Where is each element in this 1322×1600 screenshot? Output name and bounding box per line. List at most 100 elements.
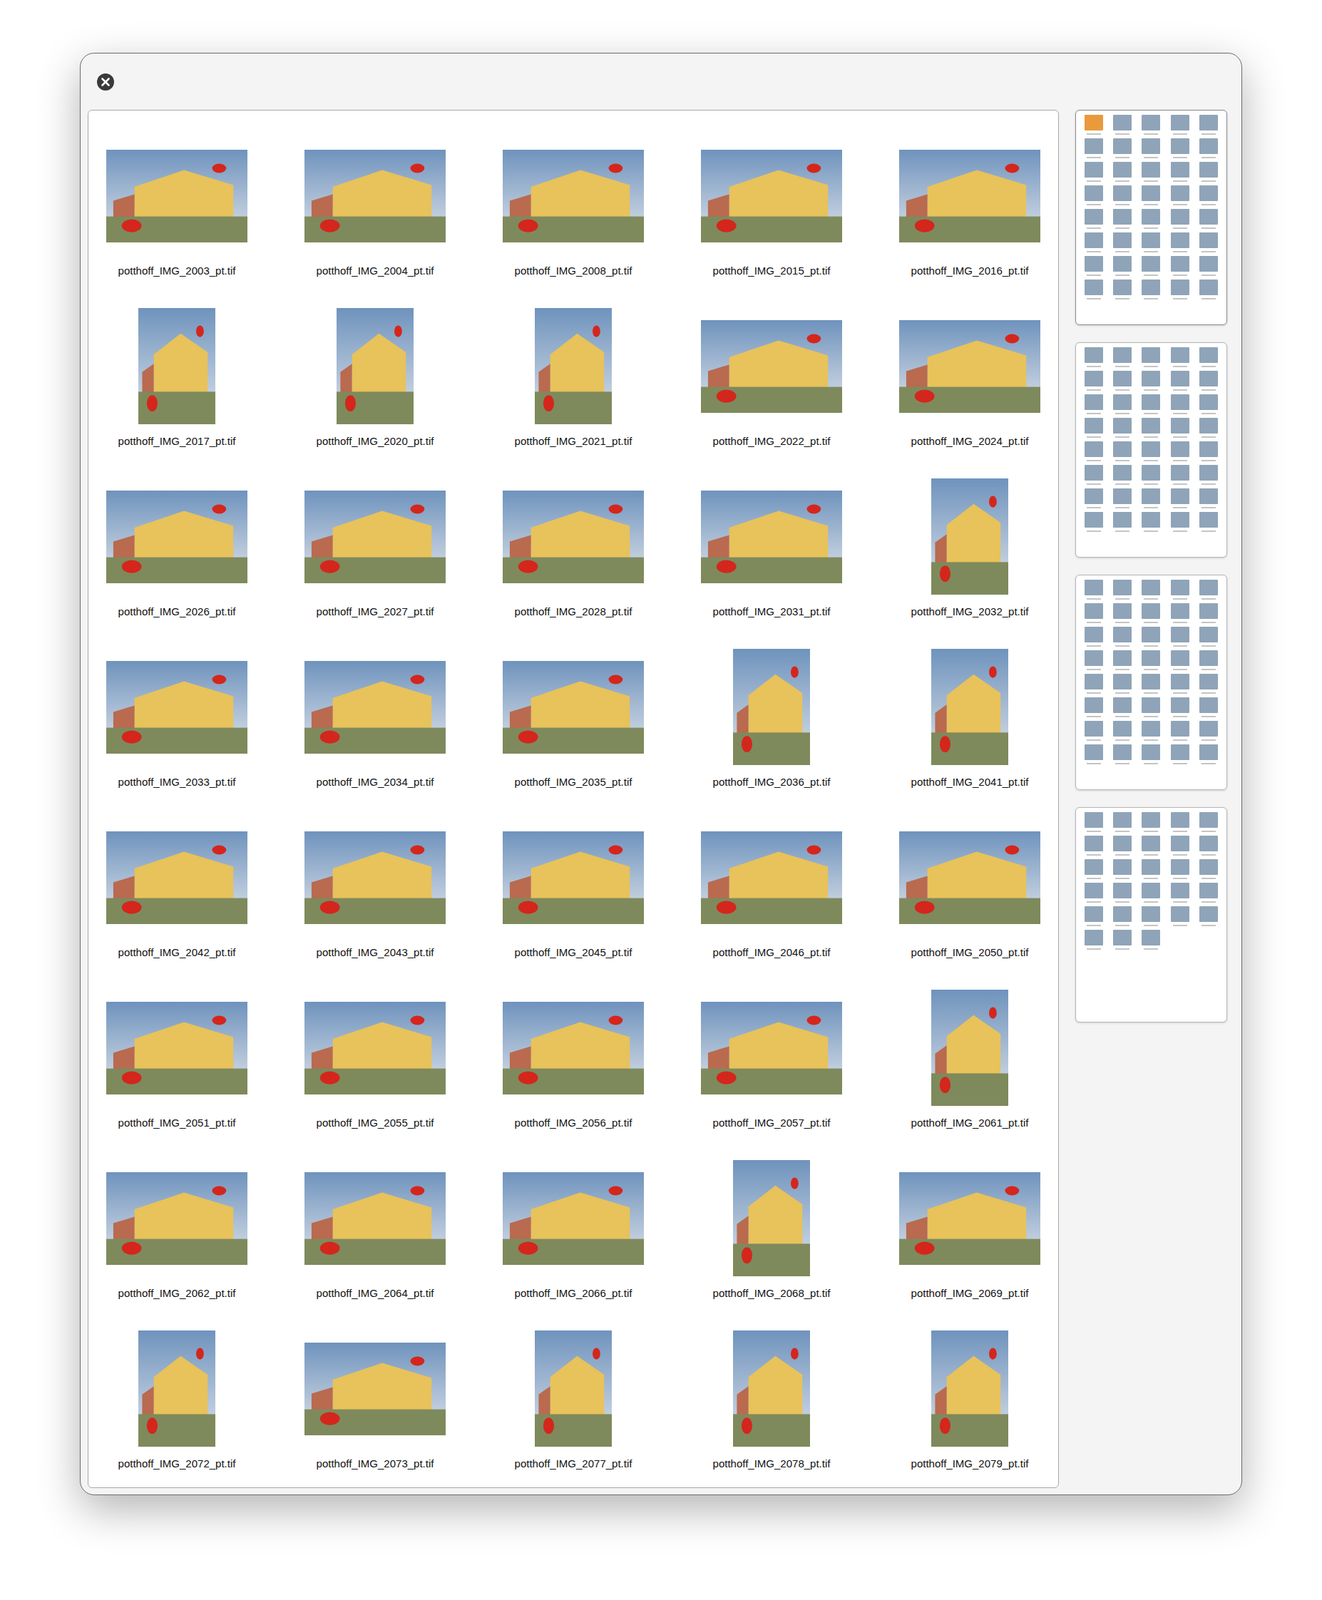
thumbnail-item[interactable]: potthoff_IMG_2004_pt.tif xyxy=(289,136,461,279)
photo-thumbnail[interactable] xyxy=(931,648,1009,766)
photo-thumbnail[interactable] xyxy=(700,320,843,413)
thumbnail-item[interactable]: potthoff_IMG_2079_pt.tif xyxy=(884,1329,1056,1472)
page-preview[interactable] xyxy=(1075,807,1228,1023)
thumbnail-item[interactable]: potthoff_IMG_2017_pt.tif xyxy=(91,307,263,450)
photo-thumbnail[interactable] xyxy=(899,149,1041,243)
close-icon[interactable] xyxy=(96,72,115,92)
thumbnail-item[interactable]: potthoff_IMG_2033_pt.tif xyxy=(91,648,263,791)
thumbnail-item[interactable]: potthoff_IMG_2008_pt.tif xyxy=(487,136,659,279)
photo-thumbnail[interactable] xyxy=(502,1001,644,1095)
thumbnail-item[interactable]: potthoff_IMG_2022_pt.tif xyxy=(685,307,858,450)
photo-thumbnail[interactable] xyxy=(700,831,843,925)
photo-thumbnail[interactable] xyxy=(931,1330,1009,1447)
thumbnail-item[interactable]: potthoff_IMG_2062_pt.tif xyxy=(91,1159,263,1302)
page-preview[interactable] xyxy=(1075,574,1228,791)
thumbnail-item[interactable]: potthoff_IMG_2056_pt.tif xyxy=(487,989,659,1131)
thumbnail-label: potthoff_IMG_2057_pt.tif xyxy=(713,1115,831,1131)
page-preview[interactable] xyxy=(1075,109,1228,326)
close-button[interactable] xyxy=(96,72,115,92)
thumbnail-item[interactable]: potthoff_IMG_2055_pt.tif xyxy=(289,989,461,1131)
photo-thumbnail[interactable] xyxy=(700,149,843,243)
thumbnail-item[interactable]: potthoff_IMG_2020_pt.tif xyxy=(289,307,461,450)
mini-thumbnail xyxy=(1138,511,1163,532)
thumbnail-item[interactable]: potthoff_IMG_2016_pt.tif xyxy=(884,136,1056,279)
thumbnail-item[interactable]: potthoff_IMG_2035_pt.tif xyxy=(487,648,659,791)
photo-thumbnail[interactable] xyxy=(106,831,248,925)
thumbnail-item[interactable]: potthoff_IMG_2068_pt.tif xyxy=(685,1159,858,1302)
page-preview[interactable] xyxy=(1075,342,1228,558)
mini-thumbnail xyxy=(1110,138,1135,159)
header-bar xyxy=(80,53,1242,110)
thumbnail-item[interactable]: potthoff_IMG_2028_pt.tif xyxy=(487,477,659,620)
photo-thumbnail[interactable] xyxy=(304,1172,446,1265)
photo-thumbnail[interactable] xyxy=(138,1330,216,1447)
mini-thumbnail xyxy=(1196,579,1221,600)
photo-thumbnail[interactable] xyxy=(700,1001,843,1095)
photo-thumbnail[interactable] xyxy=(106,490,248,584)
photo-thumbnail[interactable] xyxy=(304,831,446,925)
photo-thumbnail[interactable] xyxy=(304,149,446,243)
mini-thumbnail xyxy=(1196,744,1221,765)
thumbnail-item[interactable]: potthoff_IMG_2051_pt.tif xyxy=(91,989,263,1131)
photo-thumbnail[interactable] xyxy=(931,478,1009,595)
photo-thumbnail[interactable] xyxy=(733,1160,811,1277)
photo-thumbnail[interactable] xyxy=(502,831,644,925)
thumbnail-item[interactable]: potthoff_IMG_2031_pt.tif xyxy=(685,477,858,620)
photo-thumbnail[interactable] xyxy=(502,661,644,754)
thumbnail-item[interactable]: potthoff_IMG_2026_pt.tif xyxy=(91,477,263,620)
mini-thumbnail xyxy=(1081,441,1106,462)
thumbnail-item[interactable]: potthoff_IMG_2064_pt.tif xyxy=(289,1159,461,1302)
thumbnail-item[interactable]: potthoff_IMG_2027_pt.tif xyxy=(289,477,461,620)
photo-thumbnail[interactable] xyxy=(138,308,216,425)
thumbnail-item[interactable]: potthoff_IMG_2078_pt.tif xyxy=(685,1329,858,1472)
photo-thumbnail[interactable] xyxy=(534,1330,612,1447)
photo-thumbnail[interactable] xyxy=(931,989,1009,1106)
thumbnail-item[interactable]: potthoff_IMG_2073_pt.tif xyxy=(289,1329,461,1472)
thumbnail-item[interactable]: potthoff_IMG_2043_pt.tif xyxy=(289,818,461,961)
thumbnail-item[interactable]: potthoff_IMG_2061_pt.tif xyxy=(884,989,1056,1131)
mini-thumbnail xyxy=(1196,232,1221,253)
thumbnail-item[interactable]: potthoff_IMG_2032_pt.tif xyxy=(884,477,1056,620)
mini-thumbnail xyxy=(1138,347,1163,368)
photo-thumbnail[interactable] xyxy=(502,490,644,584)
thumbnail-item[interactable]: potthoff_IMG_2034_pt.tif xyxy=(289,648,461,791)
photo-thumbnail[interactable] xyxy=(899,320,1041,413)
thumbnail-item[interactable]: potthoff_IMG_2036_pt.tif xyxy=(685,648,858,791)
thumbnail-item[interactable]: potthoff_IMG_2057_pt.tif xyxy=(685,989,858,1131)
thumbnail-item[interactable]: potthoff_IMG_2072_pt.tif xyxy=(91,1329,263,1472)
photo-thumbnail[interactable] xyxy=(304,661,446,754)
photo-thumbnail[interactable] xyxy=(899,831,1041,925)
photo-thumbnail[interactable] xyxy=(106,1001,248,1095)
thumbnail-item[interactable]: potthoff_IMG_2046_pt.tif xyxy=(685,818,858,961)
thumbnail-label: potthoff_IMG_2043_pt.tif xyxy=(316,944,435,961)
photo-thumbnail[interactable] xyxy=(304,490,446,584)
photo-thumbnail[interactable] xyxy=(899,1172,1041,1265)
photo-thumbnail[interactable] xyxy=(502,149,644,243)
thumbnail-item[interactable]: potthoff_IMG_2077_pt.tif xyxy=(487,1329,659,1472)
photo-thumbnail[interactable] xyxy=(106,661,248,754)
photo-thumbnail[interactable] xyxy=(534,308,612,425)
mini-thumbnail xyxy=(1081,138,1106,159)
photo-thumbnail[interactable] xyxy=(336,308,414,425)
thumbnail-item[interactable]: potthoff_IMG_2003_pt.tif xyxy=(91,136,263,279)
photo-thumbnail[interactable] xyxy=(304,1001,446,1095)
thumbnail-item[interactable]: potthoff_IMG_2042_pt.tif xyxy=(91,818,263,961)
thumbnail-item[interactable]: potthoff_IMG_2050_pt.tif xyxy=(884,818,1056,961)
mini-thumbnail xyxy=(1138,744,1163,765)
thumbnail-item[interactable]: potthoff_IMG_2024_pt.tif xyxy=(884,307,1056,450)
thumbnail-item[interactable]: potthoff_IMG_2021_pt.tif xyxy=(487,307,659,450)
thumbnail-item[interactable]: potthoff_IMG_2069_pt.tif xyxy=(884,1159,1056,1302)
photo-thumbnail[interactable] xyxy=(733,648,811,766)
mini-thumbnail xyxy=(1081,161,1106,182)
photo-thumbnail[interactable] xyxy=(700,490,843,584)
thumbnail-item[interactable]: potthoff_IMG_2041_pt.tif xyxy=(884,648,1056,791)
thumbnail-item[interactable]: potthoff_IMG_2045_pt.tif xyxy=(487,818,659,961)
photo-thumbnail[interactable] xyxy=(106,1172,248,1265)
photo-thumbnail[interactable] xyxy=(502,1172,644,1265)
thumbnail-item[interactable]: potthoff_IMG_2066_pt.tif xyxy=(487,1159,659,1302)
photo-thumbnail[interactable] xyxy=(304,1342,446,1436)
photo-thumbnail[interactable] xyxy=(106,149,248,243)
photo-thumbnail[interactable] xyxy=(733,1330,811,1447)
thumbnail-item[interactable]: potthoff_IMG_2015_pt.tif xyxy=(685,136,858,279)
mini-thumbnail xyxy=(1196,255,1221,276)
